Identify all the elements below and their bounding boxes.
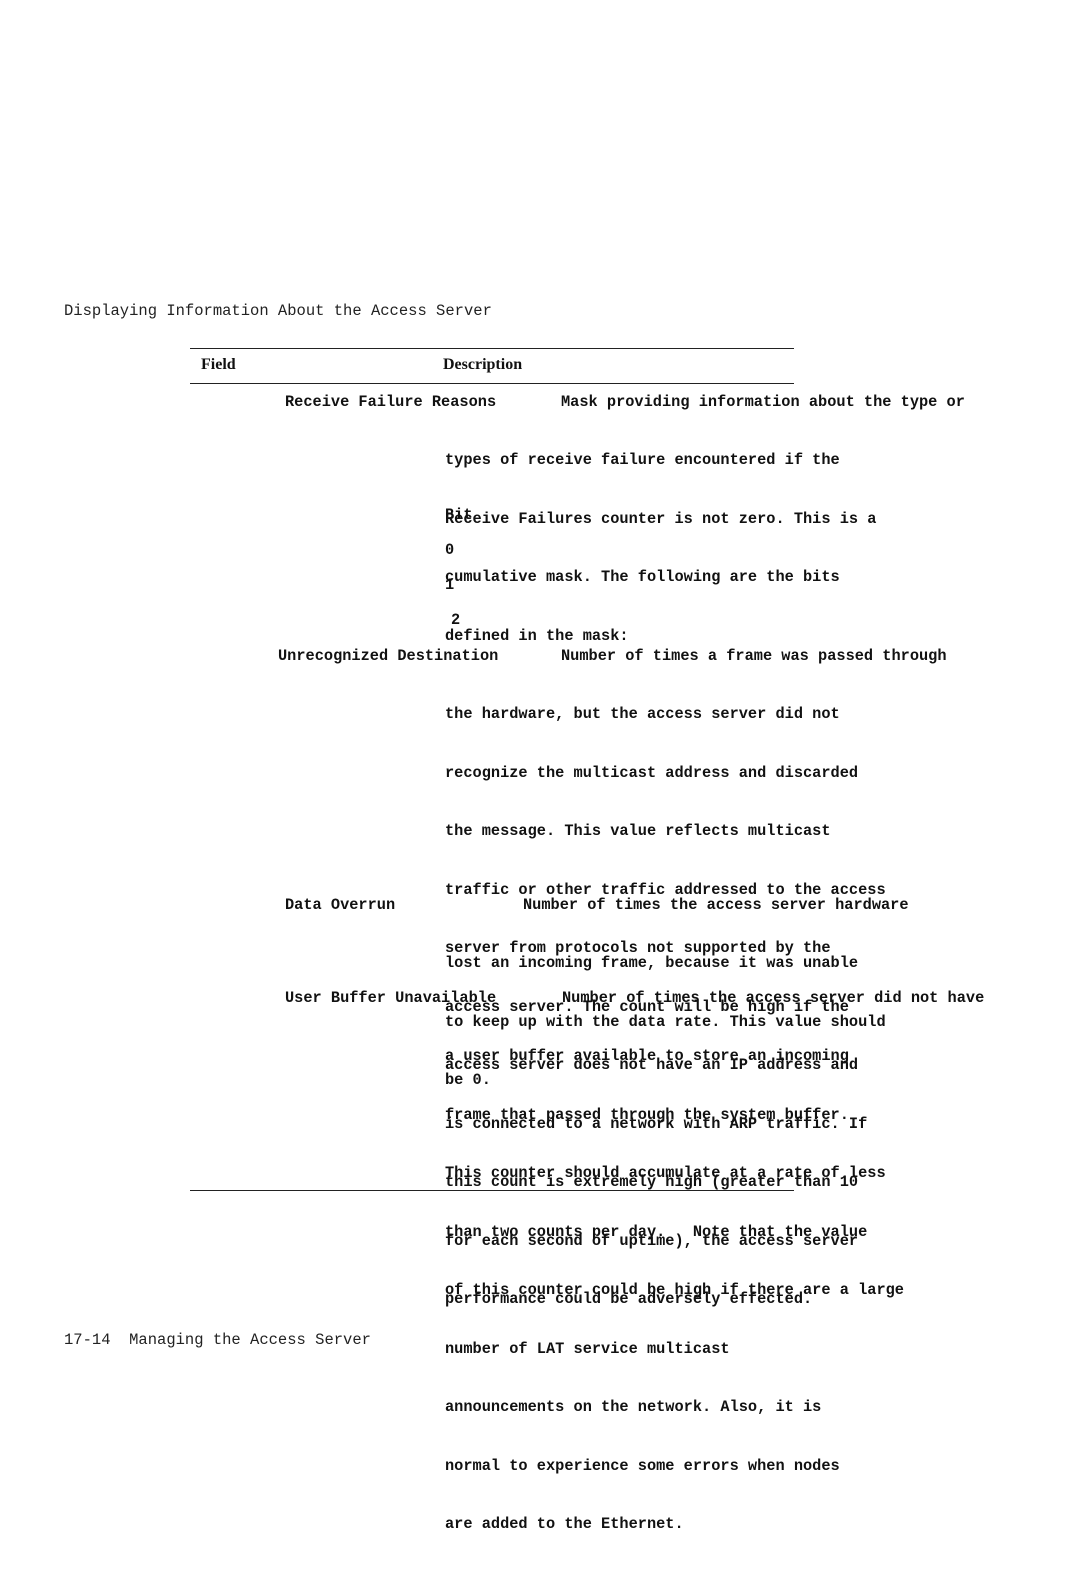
bit-header: Bit — [445, 506, 473, 524]
table-header-rule — [190, 383, 794, 384]
description-line: a user buffer available to store an inco… — [445, 1047, 849, 1065]
description-line: Receive Failures counter is not zero. Th… — [445, 509, 877, 528]
bit-value: 1 — [445, 576, 455, 594]
description-first-line: Number of times a frame was passed throu… — [561, 647, 947, 665]
field-name: Unrecognized Destination — [278, 647, 499, 665]
description-body: types of receive failure encountered if … — [445, 412, 876, 685]
bit-value: 2 — [451, 611, 461, 629]
description-line: lost an incoming frame, because it was u… — [445, 954, 859, 972]
description-line: cumulative mask. The following are the b… — [445, 568, 840, 586]
table-bottom-rule — [190, 1190, 794, 1191]
table-top-rule — [190, 348, 794, 349]
description-line: types of receive failure encountered if … — [445, 451, 840, 469]
bit-value: 0 — [445, 541, 455, 559]
column-header-description: Description — [443, 356, 523, 373]
description-line: recognize the multicast address and disc… — [445, 763, 859, 782]
description-line: announcements on the network. Also, it i… — [445, 1398, 822, 1416]
description-line: This counter should accumulate at a rate… — [445, 1164, 886, 1182]
description-line: normal to experience some errors when no… — [445, 1456, 840, 1475]
column-header-field: Field — [201, 356, 236, 373]
page-footer: 17-14 Managing the Access Server — [64, 1331, 371, 1349]
description-line: the hardware, but the access server did … — [445, 705, 840, 723]
description-line: the message. This value reflects multica… — [445, 822, 831, 840]
description-line: number of LAT service multicast — [445, 1339, 730, 1358]
description-first-line: Number of times the access server did no… — [562, 989, 985, 1007]
description-line: are added to the Ethernet. — [445, 1515, 684, 1533]
description-line: than two counts per day. Note that the v… — [445, 1222, 868, 1241]
description-line: of this counter could be high if there a… — [445, 1281, 904, 1299]
field-name: User Buffer Unavailable — [285, 989, 497, 1007]
description-body: a user buffer available to store an inco… — [445, 1008, 904, 1574]
description-line: frame that passed through the system buf… — [445, 1105, 849, 1124]
field-name: Receive Failure Reasons — [285, 393, 497, 411]
description-first-line: Number of times the access server hardwa… — [523, 896, 909, 914]
description-line: defined in the mask: — [445, 626, 629, 645]
running-head: Displaying Information About the Access … — [64, 302, 492, 320]
description-first-line: Mask providing information about the typ… — [561, 393, 965, 411]
field-name: Data Overrun — [285, 896, 396, 914]
